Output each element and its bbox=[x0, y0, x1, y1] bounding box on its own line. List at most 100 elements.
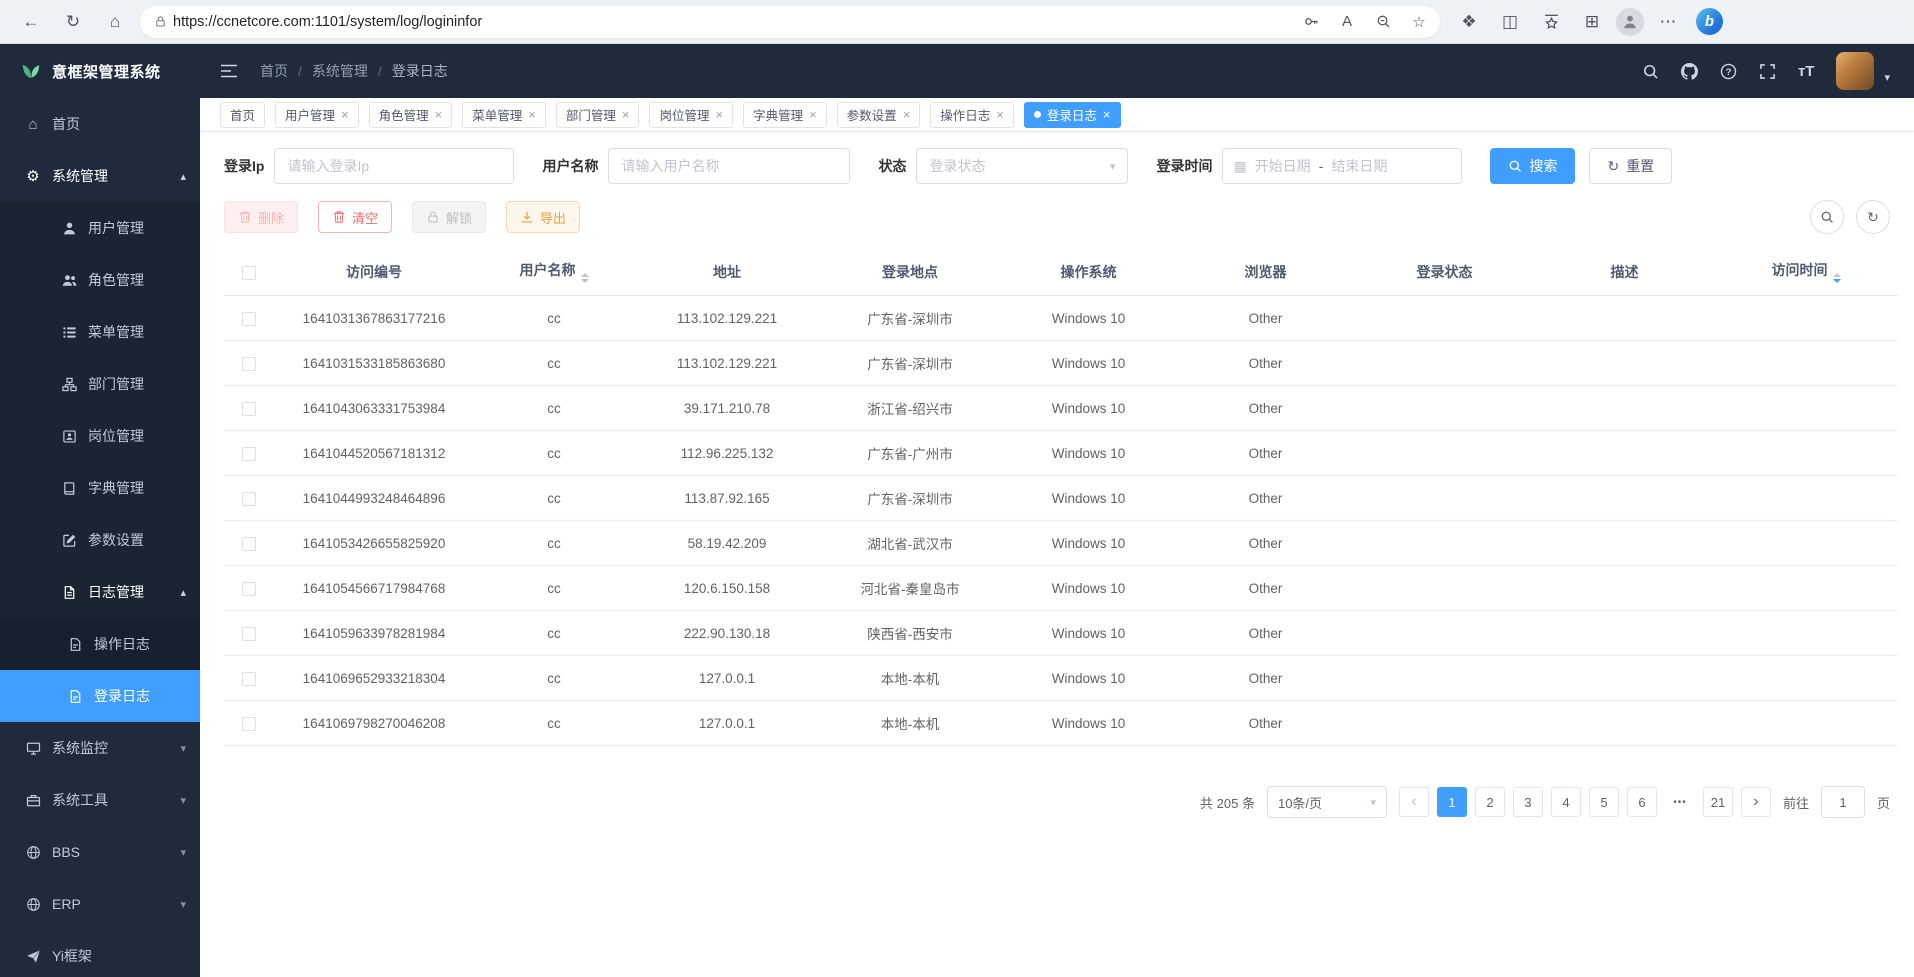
collapse-menu-icon[interactable] bbox=[220, 62, 238, 80]
reload-icon[interactable]: ↻ bbox=[56, 5, 90, 39]
refresh-table-button[interactable]: ↻ bbox=[1856, 200, 1890, 234]
sidebar-item-system-tools[interactable]: 系统工具▾ bbox=[0, 774, 200, 826]
row-checkbox[interactable] bbox=[242, 537, 256, 551]
sidebar-item-system-monitor[interactable]: 系统监控▾ bbox=[0, 722, 200, 774]
password-key-icon[interactable] bbox=[1296, 7, 1326, 37]
delete-button[interactable]: 删除 bbox=[224, 201, 298, 233]
tab-login-log[interactable]: 登录日志× bbox=[1024, 102, 1121, 128]
page-button-1[interactable]: 1 bbox=[1437, 787, 1467, 817]
address-bar[interactable]: https://ccnetcore.com:1101/system/log/lo… bbox=[140, 6, 1440, 38]
browser-menu-icon[interactable]: ⋯ bbox=[1651, 5, 1685, 39]
reset-button[interactable]: ↻ 重置 bbox=[1589, 148, 1672, 184]
status-select[interactable]: 登录状态 ▾ bbox=[916, 148, 1128, 184]
page-button-3[interactable]: 3 bbox=[1513, 787, 1543, 817]
tab-post-management[interactable]: 岗位管理× bbox=[649, 102, 733, 128]
sidebar-item-log-management[interactable]: 日志管理▴ bbox=[0, 566, 200, 618]
select-all-checkbox[interactable] bbox=[242, 266, 256, 280]
back-icon[interactable]: ← bbox=[14, 5, 48, 39]
font-size-icon[interactable]: тT bbox=[1798, 63, 1815, 80]
login-time-range[interactable]: ▦ 开始日期 - 结束日期 bbox=[1222, 148, 1462, 184]
close-icon[interactable]: × bbox=[528, 107, 536, 122]
prev-page-button[interactable]: ‹ bbox=[1399, 787, 1429, 817]
sidebar-item-role-management[interactable]: 角色管理 bbox=[0, 254, 200, 306]
next-page-button[interactable]: › bbox=[1741, 787, 1771, 817]
split-screen-icon[interactable]: ◫ bbox=[1493, 5, 1527, 39]
row-checkbox[interactable] bbox=[242, 582, 256, 596]
row-checkbox[interactable] bbox=[242, 312, 256, 326]
page-size-select[interactable]: 10条/页 ▾ bbox=[1267, 786, 1387, 818]
row-checkbox[interactable] bbox=[242, 357, 256, 371]
browser-home-icon[interactable]: ⌂ bbox=[98, 5, 132, 39]
collections-icon[interactable]: ⊞ bbox=[1575, 5, 1609, 39]
close-icon[interactable]: × bbox=[715, 107, 723, 122]
read-aloud-icon[interactable]: A bbox=[1332, 7, 1362, 37]
favorite-add-icon[interactable]: ☆ bbox=[1404, 7, 1434, 37]
search-icon[interactable] bbox=[1642, 63, 1659, 80]
sort-caret-icon[interactable] bbox=[581, 273, 589, 283]
page-button-4[interactable]: 4 bbox=[1551, 787, 1581, 817]
close-icon[interactable]: × bbox=[1103, 107, 1111, 122]
user-avatar[interactable] bbox=[1836, 52, 1874, 90]
favorites-icon[interactable] bbox=[1534, 5, 1568, 39]
sidebar-item-bbs[interactable]: BBS▾ bbox=[0, 826, 200, 878]
github-icon[interactable] bbox=[1681, 63, 1698, 80]
row-checkbox[interactable] bbox=[242, 492, 256, 506]
sidebar-item-dept-management[interactable]: 部门管理 bbox=[0, 358, 200, 410]
tab-role-management[interactable]: 角色管理× bbox=[369, 102, 453, 128]
more-pages-button[interactable]: ••• bbox=[1665, 787, 1695, 817]
close-icon[interactable]: × bbox=[809, 107, 817, 122]
sidebar-item-menu-management[interactable]: 菜单管理 bbox=[0, 306, 200, 358]
unlock-button[interactable]: 解锁 bbox=[412, 201, 486, 233]
breadcrumb-item[interactable]: 系统管理 bbox=[312, 61, 368, 81]
close-icon[interactable]: × bbox=[903, 107, 911, 122]
export-button[interactable]: 导出 bbox=[506, 201, 580, 233]
column-header[interactable]: 用户名称 bbox=[474, 248, 634, 296]
row-checkbox[interactable] bbox=[242, 717, 256, 731]
tab-param-settings[interactable]: 参数设置× bbox=[837, 102, 921, 128]
close-icon[interactable]: × bbox=[996, 107, 1004, 122]
column-header[interactable]: 访问时间 bbox=[1714, 248, 1898, 296]
toggle-search-button[interactable] bbox=[1810, 200, 1844, 234]
help-icon[interactable]: ? bbox=[1720, 63, 1737, 80]
close-icon[interactable]: × bbox=[622, 107, 630, 122]
sidebar-item-erp[interactable]: ERP▾ bbox=[0, 878, 200, 930]
browser-profile-avatar[interactable] bbox=[1616, 8, 1644, 36]
clear-button[interactable]: 清空 bbox=[318, 201, 392, 233]
row-checkbox[interactable] bbox=[242, 627, 256, 641]
sidebar-item-dict-management[interactable]: 字典管理 bbox=[0, 462, 200, 514]
breadcrumb-item[interactable]: 登录日志 bbox=[392, 61, 448, 81]
tab-dept-management[interactable]: 部门管理× bbox=[556, 102, 640, 128]
tab-operation-log[interactable]: 操作日志× bbox=[930, 102, 1014, 128]
sort-caret-icon[interactable] bbox=[1833, 273, 1841, 283]
page-button-2[interactable]: 2 bbox=[1475, 787, 1505, 817]
page-button-6[interactable]: 6 bbox=[1627, 787, 1657, 817]
zoom-icon[interactable] bbox=[1368, 7, 1398, 37]
search-button[interactable]: 搜索 bbox=[1490, 148, 1575, 184]
tab-user-management[interactable]: 用户管理× bbox=[275, 102, 359, 128]
close-icon[interactable]: × bbox=[435, 107, 443, 122]
tab-home[interactable]: 首页 bbox=[220, 102, 265, 128]
sidebar-item-yi-framework[interactable]: Yi框架 bbox=[0, 930, 200, 977]
sidebar-item-home[interactable]: ⌂首页 bbox=[0, 98, 200, 150]
goto-page-input[interactable] bbox=[1821, 786, 1865, 818]
chevron-down-icon[interactable]: ▾ bbox=[1884, 71, 1890, 90]
row-checkbox[interactable] bbox=[242, 447, 256, 461]
sidebar-item-user-management[interactable]: 用户管理 bbox=[0, 202, 200, 254]
close-icon[interactable]: × bbox=[341, 107, 349, 122]
login-ip-input[interactable] bbox=[274, 148, 514, 184]
sidebar-item-param-settings[interactable]: 参数设置 bbox=[0, 514, 200, 566]
tab-menu-management[interactable]: 菜单管理× bbox=[462, 102, 546, 128]
tab-dict-management[interactable]: 字典管理× bbox=[743, 102, 827, 128]
sidebar-item-login-log[interactable]: 登录日志 bbox=[0, 670, 200, 722]
fullscreen-icon[interactable] bbox=[1759, 63, 1776, 80]
app-logo[interactable]: 意框架管理系统 bbox=[0, 44, 200, 98]
row-checkbox[interactable] bbox=[242, 402, 256, 416]
breadcrumb-item[interactable]: 首页 bbox=[260, 61, 288, 81]
user-name-input[interactable] bbox=[608, 148, 850, 184]
copilot-icon[interactable]: b bbox=[1696, 8, 1723, 35]
row-checkbox[interactable] bbox=[242, 672, 256, 686]
sidebar-item-operation-log[interactable]: 操作日志 bbox=[0, 618, 200, 670]
page-button-21[interactable]: 21 bbox=[1703, 787, 1733, 817]
sidebar-item-post-management[interactable]: 岗位管理 bbox=[0, 410, 200, 462]
sidebar-item-system-management[interactable]: ⚙系统管理▴ bbox=[0, 150, 200, 202]
